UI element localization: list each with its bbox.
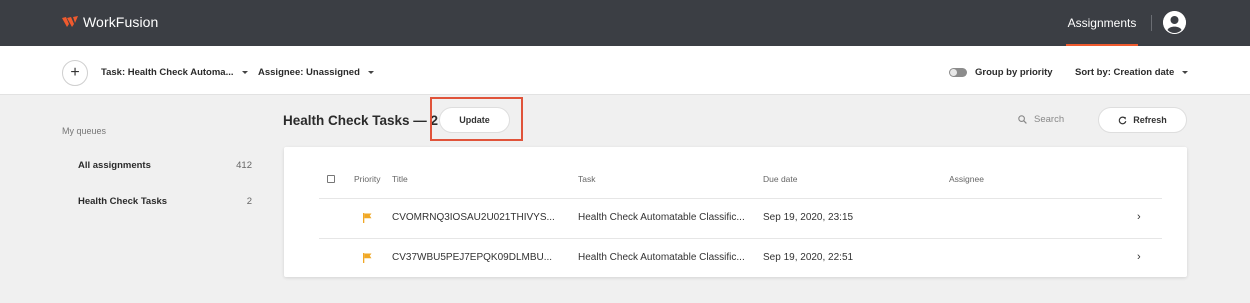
assignments-table: Priority Title Task Due date Assignee CV… xyxy=(284,147,1187,277)
refresh-icon xyxy=(1119,116,1127,124)
group-by-priority-toggle[interactable] xyxy=(949,68,967,77)
app-logo[interactable]: WorkFusion xyxy=(62,14,158,30)
select-all-checkbox[interactable] xyxy=(327,175,335,183)
app-name: WorkFusion xyxy=(83,14,159,30)
user-avatar[interactable] xyxy=(1163,11,1186,34)
row-task: Health Check Automatable Classific... xyxy=(578,212,745,223)
chevron-down-icon xyxy=(241,71,248,74)
assignee-filter-dropdown[interactable]: Assignee: Unassigned xyxy=(258,67,374,78)
filter-bar: + Task: Health Check Automa... Assignee:… xyxy=(0,46,1250,95)
refresh-button[interactable]: Refresh xyxy=(1098,107,1187,133)
sort-by-label: Sort by: Creation date xyxy=(1075,67,1175,78)
column-header-title[interactable]: Title xyxy=(392,174,408,184)
assignee-filter-label: Assignee: Unassigned xyxy=(258,67,360,78)
sort-by-dropdown[interactable]: Sort by: Creation date xyxy=(1075,67,1189,78)
column-header-assignee[interactable]: Assignee xyxy=(949,174,984,184)
table-row[interactable]: CVOMRNQ3IOSAU2U021THIVYS... Health Check… xyxy=(319,198,1162,238)
row-due-date: Sep 19, 2020, 23:15 xyxy=(763,212,854,223)
chevron-right-icon[interactable]: › xyxy=(1137,211,1141,223)
top-bar: WorkFusion Assignments xyxy=(0,0,1250,46)
queue-item-health-check-tasks[interactable]: Health Check Tasks 2 xyxy=(78,196,252,207)
queue-count: 412 xyxy=(236,160,252,171)
user-icon xyxy=(1163,11,1186,34)
search-input[interactable]: Search xyxy=(1018,114,1064,125)
workfusion-logo-icon xyxy=(62,15,78,27)
group-by-priority-label: Group by priority xyxy=(975,67,1053,78)
add-filter-button[interactable]: + xyxy=(62,60,88,86)
row-due-date: Sep 19, 2020, 22:51 xyxy=(763,252,854,263)
table-row[interactable]: CV37WBU5PEJ7EPQK09DLMBU... Health Check … xyxy=(319,238,1162,278)
search-icon xyxy=(1018,115,1027,124)
search-placeholder: Search xyxy=(1034,114,1065,125)
chevron-right-icon[interactable]: › xyxy=(1137,251,1141,263)
flag-icon xyxy=(363,213,372,223)
column-header-priority[interactable]: Priority xyxy=(354,174,380,184)
task-filter-dropdown[interactable]: Task: Health Check Automa... xyxy=(101,67,248,78)
nav-assignments[interactable]: Assignments xyxy=(1066,0,1138,46)
row-title: CV37WBU5PEJ7EPQK09DLMBU... xyxy=(392,252,553,263)
row-task: Health Check Automatable Classific... xyxy=(578,252,745,263)
row-title: CVOMRNQ3IOSAU2U021THIVYS... xyxy=(392,212,555,223)
column-header-task[interactable]: Task xyxy=(578,174,595,184)
page-title: Health Check Tasks — 2 xyxy=(283,113,439,128)
queue-item-all-assignments[interactable]: All assignments 412 xyxy=(78,160,252,171)
refresh-label: Refresh xyxy=(1133,115,1167,125)
task-filter-label: Task: Health Check Automa... xyxy=(101,67,234,78)
my-queues-heading: My queues xyxy=(62,126,107,136)
queue-label: All assignments xyxy=(78,160,151,171)
queue-label: Health Check Tasks xyxy=(78,196,168,207)
column-header-due-date[interactable]: Due date xyxy=(763,174,798,184)
chevron-down-icon xyxy=(367,71,374,74)
update-button[interactable]: Update xyxy=(439,107,510,133)
chevron-down-icon xyxy=(1182,71,1189,74)
queue-count: 2 xyxy=(246,196,252,207)
nav-divider xyxy=(1151,15,1152,31)
flag-icon xyxy=(363,253,372,263)
